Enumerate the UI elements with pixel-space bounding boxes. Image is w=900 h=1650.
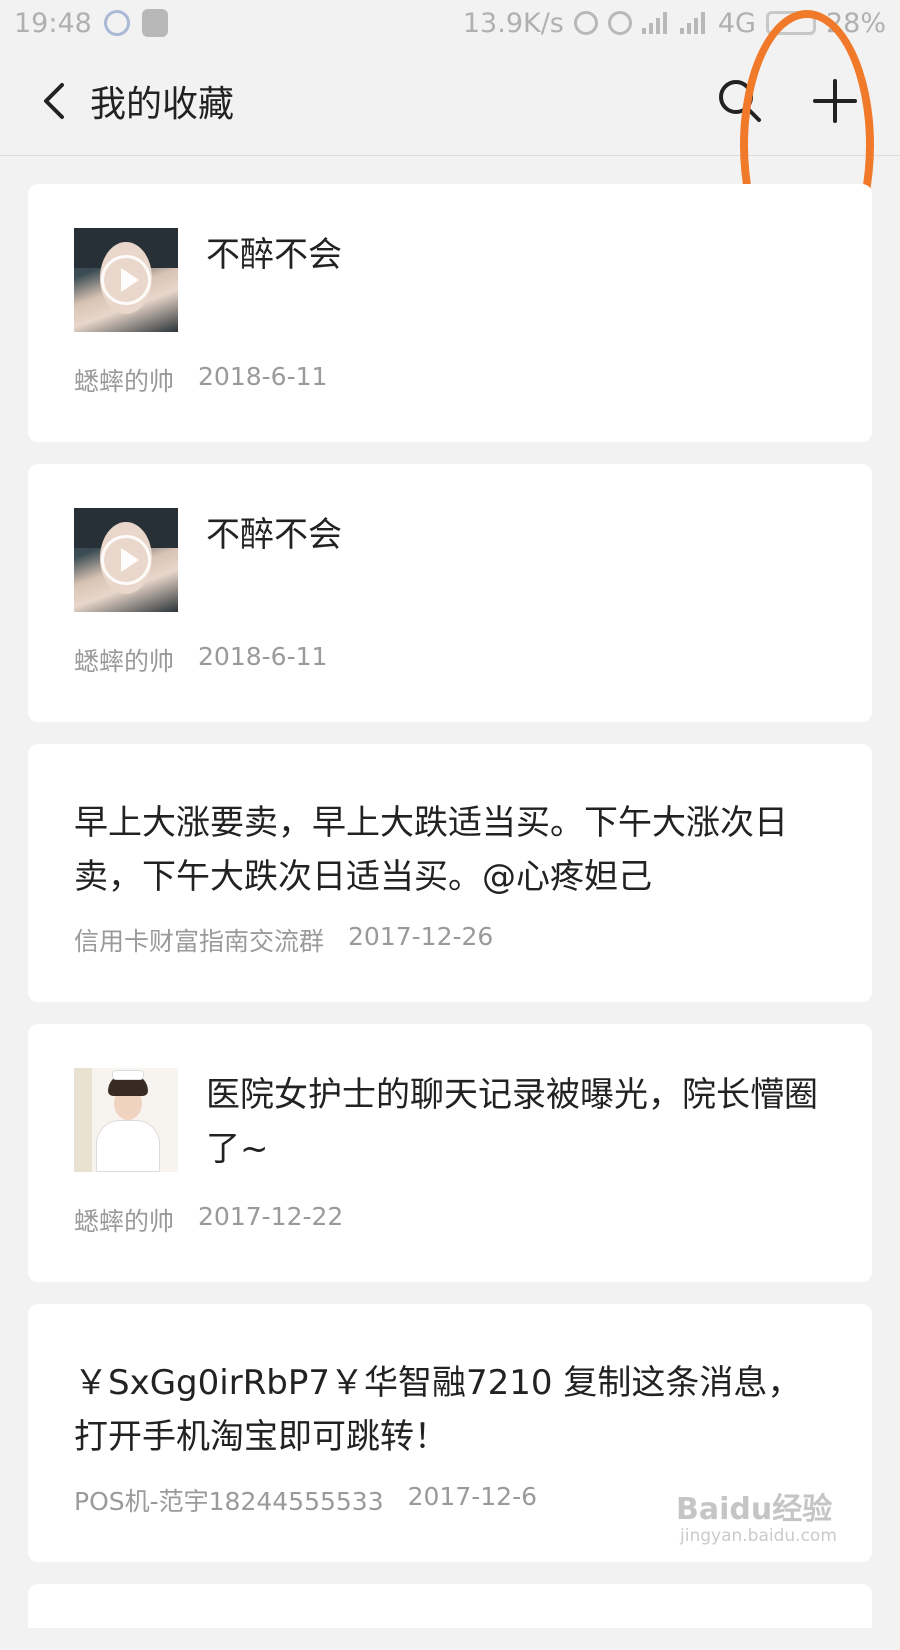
signal-icon <box>641 12 670 34</box>
network-speed: 13.9K/s <box>462 7 564 39</box>
favorite-item[interactable]: 不醉不会 蟋蟀的帅 2018-6-11 <box>28 464 872 722</box>
favorite-item[interactable]: 早上大涨要卖，早上大跌适当买。下午大涨次日卖，下午大跌次日适当买。@心疼妲己 信… <box>28 744 872 1002</box>
favorite-text: 早上大涨要卖，早上大跌适当买。下午大涨次日卖，下午大跌次日适当买。@心疼妲己 <box>74 803 788 897</box>
watermark-logo: Baidu经验 <box>676 1492 833 1527</box>
network-type: 4G <box>717 7 756 39</box>
favorites-list[interactable]: 不醉不会 蟋蟀的帅 2018-6-11 不醉不会 蟋蟀的帅 2018-6-11 … <box>28 184 872 1650</box>
favorite-source: POS机-范宇18244555533 <box>74 1487 384 1516</box>
favorite-title: 不醉不会 <box>206 235 342 275</box>
battery-level: 28% <box>825 7 886 39</box>
favorite-date: 2018-6-11 <box>198 642 328 671</box>
favorite-meta: 信用卡财富指南交流群 2017-12-26 <box>74 922 493 958</box>
favorite-meta: 蟋蟀的帅 2018-6-11 <box>74 642 327 678</box>
video-thumbnail <box>74 228 178 332</box>
back-button[interactable] <box>20 56 90 146</box>
page-title: 我的收藏 <box>90 83 235 125</box>
status-bar: 19:48 13.9K/s 4G 28% <box>0 0 900 46</box>
title-bar: 我的收藏 <box>0 46 900 156</box>
plus-icon <box>813 78 857 123</box>
favorite-item-partial[interactable] <box>28 1584 872 1628</box>
favorite-source: 蟋蟀的帅 <box>74 1207 175 1236</box>
favorite-source: 蟋蟀的帅 <box>74 367 175 396</box>
search-icon <box>719 79 761 122</box>
favorite-source: 蟋蟀的帅 <box>74 647 175 676</box>
sync-icon <box>573 11 598 35</box>
favorite-source: 信用卡财富指南交流群 <box>74 927 325 956</box>
favorite-date: 2017-12-22 <box>198 1202 344 1231</box>
favorite-item[interactable]: 医院女护士的聊天记录被曝光，院长懵圈了~ 蟋蟀的帅 2017-12-22 <box>28 1024 872 1282</box>
add-favorite-button[interactable] <box>780 56 890 146</box>
chevron-left-icon <box>44 82 64 119</box>
favorite-title: 不醉不会 <box>206 515 342 555</box>
app-notification-icon-2 <box>141 9 168 37</box>
video-thumbnail <box>74 508 178 612</box>
favorite-text: ￥SxGg0irRbP7￥华智融7210 复制这条消息，打开手机淘宝即可跳转！ <box>74 1363 802 1457</box>
watermark-url: jingyan.baidu.com <box>680 1526 837 1546</box>
battery-icon <box>765 11 816 35</box>
signal-icon-2 <box>679 12 708 34</box>
status-time: 19:48 <box>14 7 92 39</box>
favorite-date: 2017-12-6 <box>407 1482 537 1511</box>
favorite-date: 2017-12-26 <box>348 922 494 951</box>
favorite-meta: POS机-范宇18244555533 2017-12-6 <box>74 1482 537 1518</box>
app-notification-icon <box>103 10 130 36</box>
search-button[interactable] <box>700 56 780 146</box>
favorite-date: 2018-6-11 <box>198 362 328 391</box>
favorite-meta: 蟋蟀的帅 2017-12-22 <box>74 1202 343 1238</box>
article-thumbnail <box>74 1068 178 1172</box>
favorite-item[interactable]: 不醉不会 蟋蟀的帅 2018-6-11 <box>28 184 872 442</box>
favorite-title: 医院女护士的聊天记录被曝光，院长懵圈了~ <box>206 1075 818 1169</box>
favorite-meta: 蟋蟀的帅 2018-6-11 <box>74 362 327 398</box>
alarm-icon <box>607 11 632 35</box>
